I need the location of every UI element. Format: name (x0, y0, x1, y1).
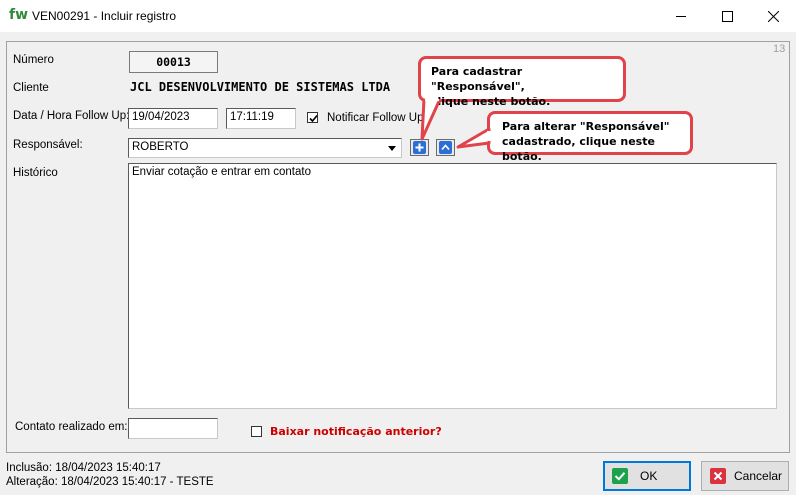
ok-label: OK (640, 469, 658, 483)
checkmark-icon (612, 468, 628, 484)
close-window-button[interactable] (750, 0, 796, 32)
checkmark-icon (309, 114, 318, 123)
app-logo: fw (9, 7, 29, 23)
responsavel-label: Responsável: (13, 139, 83, 151)
baixar-label: Baixar notificação anterior? (270, 425, 442, 438)
responsavel-dropdown-toggle[interactable] (385, 141, 399, 155)
callout-cadastrar-line2: clique neste botão. (431, 95, 551, 108)
minimize-button[interactable] (658, 0, 704, 32)
callout-alterar: Para alterar "Responsável" cadastrado, c… (487, 111, 693, 163)
data-hora-label: Data / Hora Follow Up: (13, 110, 130, 122)
callout-alterar-pointer (456, 127, 492, 149)
numero-label: Número (13, 54, 54, 66)
data-input[interactable]: 19/04/2023 (128, 108, 218, 129)
notificar-checkbox[interactable] (307, 112, 318, 123)
historico-textarea[interactable]: Enviar cotação e entrar em contato (128, 163, 777, 409)
historico-text: Enviar cotação e entrar em contato (132, 166, 311, 178)
add-responsavel-button[interactable] (410, 139, 429, 156)
window-title: VEN00291 - Incluir registro (32, 9, 177, 23)
triangle-up-icon (439, 141, 452, 154)
maximize-button[interactable] (704, 0, 750, 32)
plus-icon (413, 141, 426, 154)
callout-cadastrar-line1: Para cadastrar "Responsável", (431, 65, 525, 93)
responsavel-select[interactable]: ROBERTO (128, 138, 402, 158)
responsavel-value: ROBERTO (132, 141, 189, 153)
alteracao-text: Alteração: 18/04/2023 15:40:17 - TESTE (6, 476, 214, 488)
callout-cadastrar-pointer (420, 99, 442, 141)
callout-alterar-line2: cadastrado, clique neste botão. (502, 135, 655, 163)
ok-button[interactable]: OK (603, 461, 691, 491)
edit-responsavel-button[interactable] (436, 139, 455, 156)
cliente-value: JCL DESENVOLVIMENTO DE SISTEMAS LTDA (130, 80, 391, 94)
contato-label: Contato realizado em: (15, 421, 128, 433)
close-icon (710, 468, 726, 484)
maximize-icon (721, 10, 733, 22)
chevron-down-icon (388, 145, 396, 151)
minimize-icon (675, 15, 686, 17)
cliente-label: Cliente (13, 82, 49, 94)
cancel-label: Cancelar (734, 469, 783, 483)
inclusao-text: Inclusão: 18/04/2023 15:40:17 (6, 462, 161, 474)
close-icon (767, 10, 779, 22)
record-corner-number: 13 (773, 43, 786, 55)
cancel-button[interactable]: Cancelar (701, 461, 789, 491)
contato-input[interactable] (128, 418, 218, 439)
title-bar[interactable]: fw VEN00291 - Incluir registro (0, 0, 796, 32)
hora-input[interactable]: 17:11:19 (226, 108, 296, 129)
callout-alterar-line1: Para alterar "Responsável" (502, 120, 670, 133)
baixar-checkbox[interactable] (251, 426, 262, 437)
notificar-label: Notificar Follow Up (327, 112, 424, 124)
numero-field: 00013 (129, 51, 218, 73)
historico-label: Histórico (13, 167, 58, 179)
callout-cadastrar: Para cadastrar "Responsável", clique nes… (418, 56, 626, 108)
